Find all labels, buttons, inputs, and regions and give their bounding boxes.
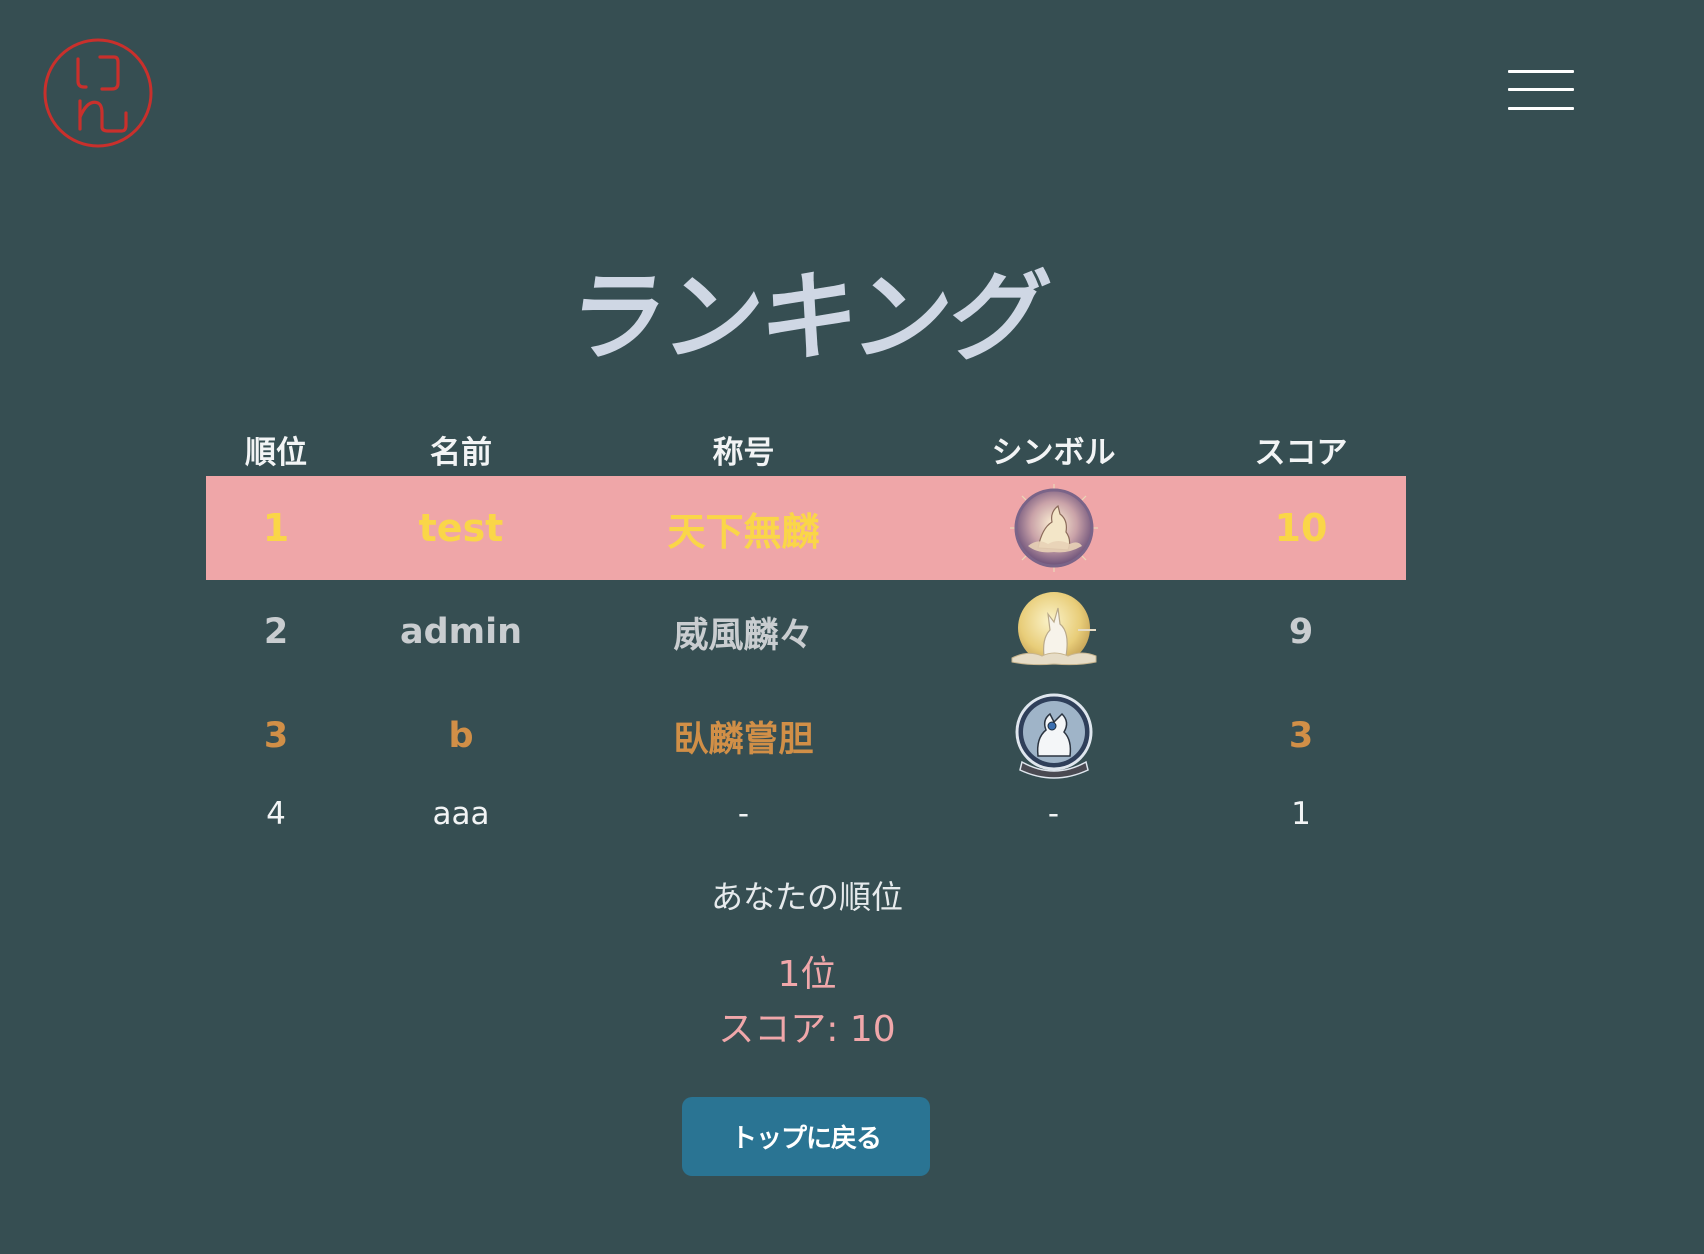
menu-line: [1508, 70, 1574, 73]
table-row: 1 test 天下無麟 10: [206, 476, 1406, 580]
title-cell: 臥麟嘗胆: [673, 719, 814, 760]
kirin-gold-medallion-icon: [1008, 482, 1100, 574]
name-cell: b: [448, 716, 474, 756]
symbol-cell: [911, 580, 1196, 684]
score-cell: 9: [1288, 612, 1314, 652]
header-rank: 順位: [245, 435, 307, 471]
symbol-cell: [911, 476, 1196, 580]
score-cell: 3: [1288, 716, 1314, 756]
rin-logo-icon[interactable]: [42, 37, 154, 149]
score-cell: 10: [1274, 506, 1328, 550]
rank-cell: 1: [262, 506, 290, 550]
title-cell: 天下無麟: [667, 509, 820, 554]
score-cell: 1: [1291, 796, 1311, 832]
your-rank-value: 1位: [777, 954, 837, 995]
rank-cell: 2: [263, 612, 289, 652]
table-row: 4 aaa - - 1: [206, 788, 1406, 840]
header-name: 名前: [430, 435, 492, 471]
rank-cell: 4: [266, 796, 286, 832]
name-cell: admin: [399, 612, 523, 652]
table-row: 2 admin 威風麟々 9: [206, 580, 1406, 684]
menu-line: [1508, 88, 1574, 91]
title-cell: -: [737, 796, 750, 832]
back-to-top-button[interactable]: トップに戻る: [682, 1097, 930, 1176]
header-symbol: シンボル: [991, 435, 1116, 471]
kirin-silver-moon-icon: [1008, 586, 1100, 678]
symbol-cell: [911, 684, 1196, 788]
ranking-table: 順位 名前 称号 シンボル スコア 1 test 天下無麟 10 2 admin…: [206, 420, 1406, 840]
your-score: スコア: 10: [718, 1009, 896, 1050]
your-rank-label: あなたの順位: [710, 878, 903, 916]
header-title: 称号: [712, 435, 775, 471]
kirin-bronze-emblem-icon: [1008, 690, 1100, 782]
title-cell: 威風麟々: [673, 615, 814, 656]
table-row: 3 b 臥麟嘗胆 3: [206, 684, 1406, 788]
rank-cell: 3: [263, 716, 289, 756]
header-score: スコア: [1254, 435, 1348, 471]
table-header-row: 順位 名前 称号 シンボル スコア: [206, 420, 1406, 476]
page-title: ランキング: [560, 261, 1054, 375]
menu-line: [1508, 107, 1574, 110]
name-cell: aaa: [432, 796, 490, 832]
symbol-cell: -: [1047, 796, 1060, 832]
name-cell: test: [418, 506, 504, 550]
hamburger-menu-icon[interactable]: [1508, 68, 1574, 114]
